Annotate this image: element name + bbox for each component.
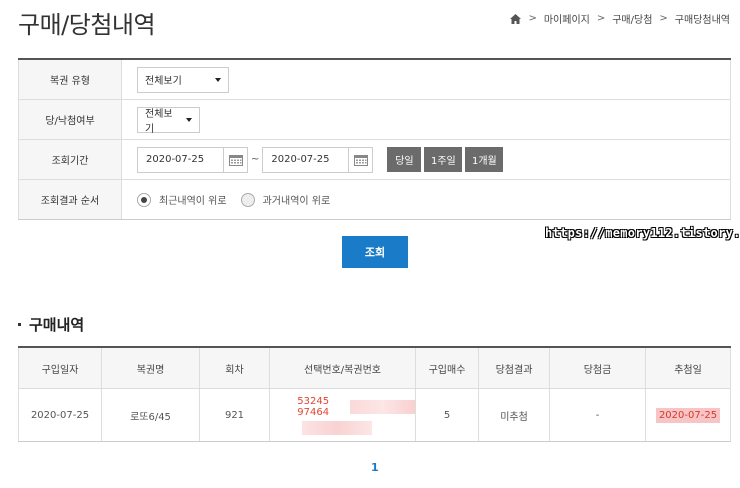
lottery-type-label: 복권 유형	[18, 60, 122, 99]
lottery-type-select[interactable]: 전체보기	[137, 66, 229, 93]
radio-selected-icon[interactable]	[137, 192, 151, 207]
breadcrumb-item-mypage[interactable]: 마이페이지	[544, 11, 590, 26]
filter-row-period: 조회기간 2020-07-25 ~ 2020-07-25 당일 1주일 1개월	[18, 140, 731, 180]
search-filter-form: 복권 유형 전체보기 당/낙첨여부 전체보기 조회기간 2020-07-25 ~…	[18, 60, 731, 220]
chevron-right-icon: >	[596, 13, 606, 24]
bullet-icon	[18, 323, 21, 326]
table-row: 2020-07-25 로또6/45 921 53245 97464 5 미추첨 …	[18, 389, 731, 442]
cell-draw-date: 2020-07-25	[646, 389, 731, 441]
breadcrumb-item-purchase[interactable]: 구매/당첨	[612, 11, 652, 26]
filter-row-type: 복권 유형 전체보기	[18, 60, 731, 100]
cell-prize: -	[550, 389, 646, 441]
watermark-text: https://memory112.tistory.com	[545, 226, 740, 240]
header-result: 당첨결과	[479, 348, 550, 388]
order-label: 조회결과 순서	[18, 180, 122, 219]
filter-row-order: 조회결과 순서 최근내역이 위로 과거내역이 위로	[18, 180, 731, 220]
period-label: 조회기간	[18, 140, 122, 179]
pagination-current-page[interactable]: 1	[371, 461, 379, 474]
cell-numbers[interactable]: 53245 97464	[270, 389, 416, 441]
search-button[interactable]: 조회	[342, 236, 408, 268]
win-status-value: 전체보기	[145, 108, 173, 135]
home-icon[interactable]	[510, 13, 522, 24]
order-oldest-label: 과거내역이 위로	[262, 196, 331, 207]
date-to-value: 2020-07-25	[271, 154, 330, 165]
draw-date-highlight: 2020-07-25	[655, 407, 721, 423]
dropdown-arrow-icon	[215, 77, 221, 82]
purchase-history-table: 구입일자 복권명 회차 선택번호/복권번호 구입매수 당첨결과 당첨금 추첨일 …	[18, 346, 731, 442]
today-button[interactable]: 당일	[387, 147, 422, 172]
date-to-field[interactable]: 2020-07-25	[262, 146, 374, 173]
breadcrumb: > 마이페이지 > 구매/당첨 > 구매당첨내역	[510, 11, 730, 26]
redacted-block	[350, 399, 415, 414]
cell-result: 미추첨	[479, 389, 550, 441]
header-numbers: 선택번호/복권번호	[270, 348, 416, 388]
date-from-field[interactable]: 2020-07-25	[137, 146, 248, 173]
table-header-row: 구입일자 복권명 회차 선택번호/복권번호 구입매수 당첨결과 당첨금 추첨일	[18, 348, 731, 389]
chevron-right-icon: >	[528, 13, 537, 24]
cell-purchase-date: 2020-07-25	[18, 389, 102, 441]
filter-row-win: 당/낙첨여부 전체보기	[18, 100, 731, 140]
calendar-icon[interactable]	[348, 147, 372, 172]
breadcrumb-item-current: 구매당첨내역	[674, 15, 730, 26]
lottery-type-value: 전체보기	[145, 76, 182, 87]
header-count: 구입매수	[416, 348, 479, 388]
chevron-right-icon: >	[659, 13, 668, 24]
section-title-text: 구매내역	[29, 316, 85, 334]
cell-count: 5	[416, 389, 479, 441]
dropdown-arrow-icon	[186, 117, 192, 122]
header-purchase-date: 구입일자	[18, 348, 102, 388]
radio-unselected-icon[interactable]	[240, 192, 255, 207]
ticket-number[interactable]: 53245 97464	[280, 396, 346, 418]
section-title: 구매내역	[18, 314, 84, 335]
one-week-button[interactable]: 1주일	[424, 147, 463, 172]
header-draw-date: 추첨일	[646, 348, 731, 388]
header-prize: 당첨금	[550, 348, 646, 388]
date-from-value: 2020-07-25	[146, 154, 205, 165]
win-status-select[interactable]: 전체보기	[137, 106, 200, 135]
calendar-icon[interactable]	[223, 147, 247, 172]
date-separator: ~	[251, 154, 260, 165]
order-recent-label: 최근내역이 위로	[159, 196, 227, 207]
order-oldest-option[interactable]: 과거내역이 위로	[240, 192, 331, 207]
redacted-block	[302, 420, 372, 435]
cell-lottery-name: 로또6/45	[102, 389, 200, 441]
header-lottery-name: 복권명	[102, 348, 200, 388]
page-title: 구매/당첨내역	[18, 11, 156, 39]
one-month-button[interactable]: 1개월	[465, 147, 504, 172]
header-round: 회차	[200, 348, 270, 388]
cell-round: 921	[200, 389, 270, 441]
order-recent-option[interactable]: 최근내역이 위로	[137, 192, 227, 207]
win-status-label: 당/낙첨여부	[18, 100, 122, 139]
